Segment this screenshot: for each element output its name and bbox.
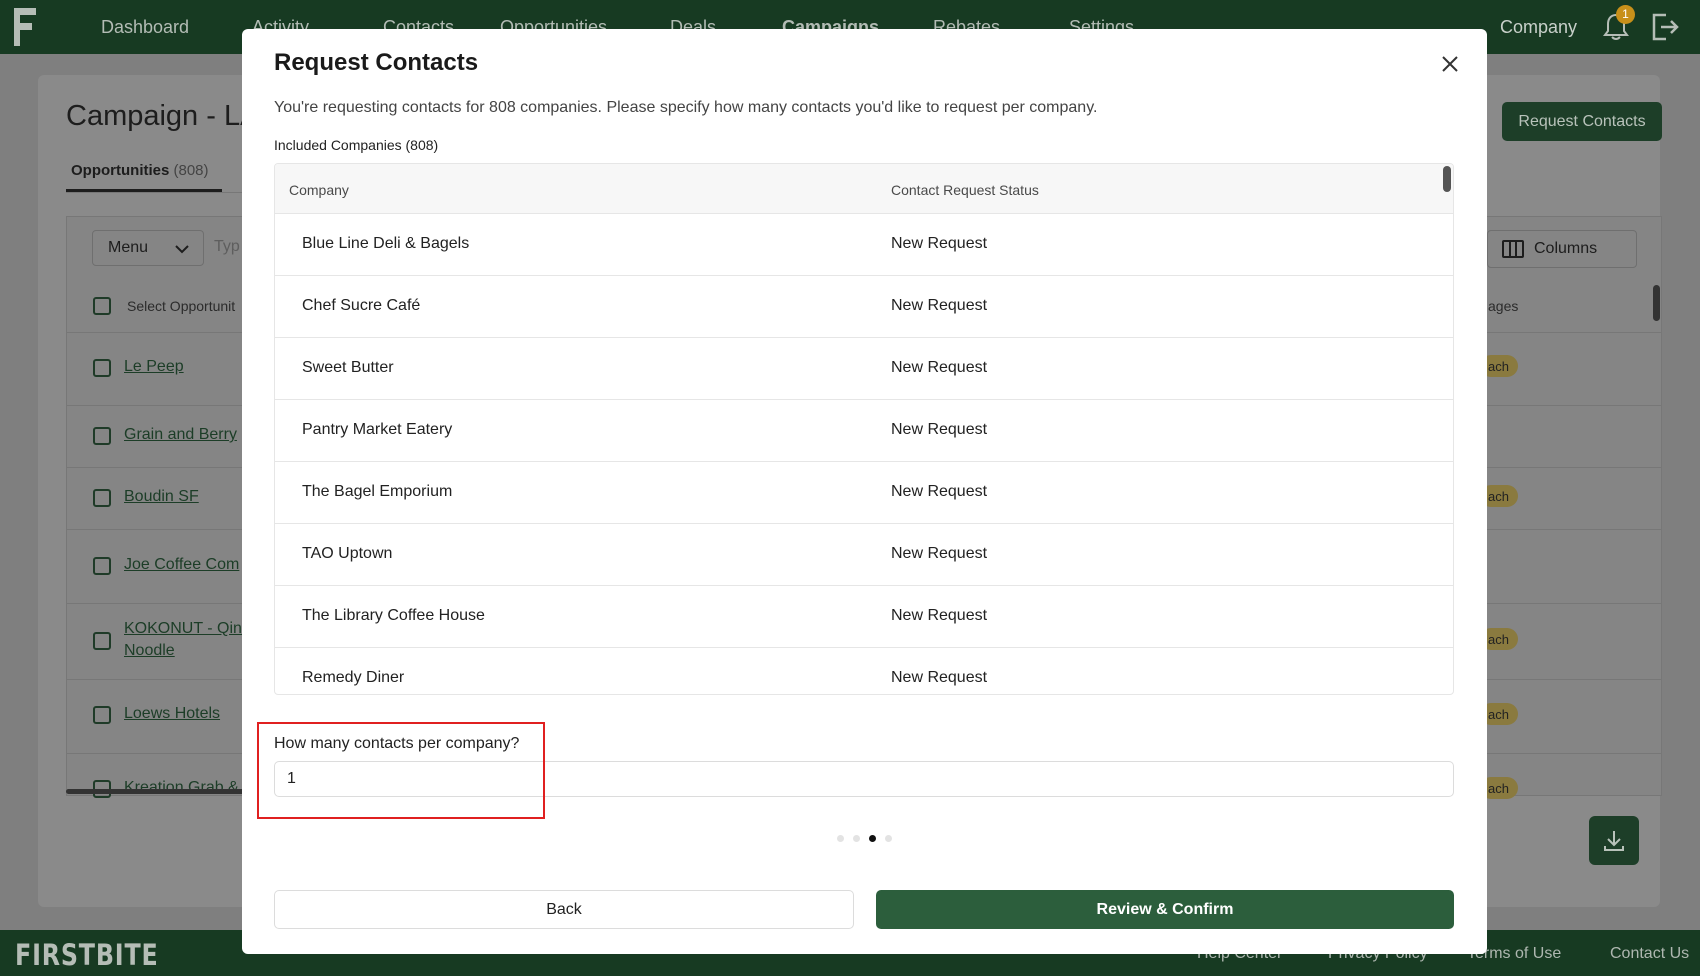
select-opportunities-header: Select Opportunit [127, 298, 236, 314]
status-cell: New Request [891, 607, 988, 624]
search-input[interactable]: Typ [214, 238, 240, 256]
company-cell: Pantry Market Eatery [302, 421, 453, 438]
company-cell: Remedy Diner [302, 669, 405, 686]
table-horizontal-scrollbar[interactable] [66, 789, 246, 794]
table-vertical-scrollbar[interactable] [1653, 285, 1660, 321]
table-row: The Bagel Emporium New Request [275, 462, 1453, 524]
row-checkbox[interactable] [93, 706, 111, 724]
row-checkbox[interactable] [93, 359, 111, 377]
stages-header: ages [1488, 298, 1519, 314]
select-all-checkbox[interactable] [93, 297, 111, 315]
opportunity-link[interactable]: Grain and Berry [124, 426, 237, 444]
tab-active-indicator [66, 189, 222, 192]
nav-dashboard[interactable]: Dashboard [101, 17, 189, 38]
opportunity-link-line2[interactable]: Noodle [124, 642, 175, 660]
step-dot [837, 835, 844, 842]
row-checkbox[interactable] [93, 557, 111, 575]
table-row: Blue Line Deli & Bagels New Request [275, 214, 1453, 276]
status-cell: New Request [891, 421, 988, 438]
status-cell: New Request [891, 235, 988, 252]
company-menu[interactable]: Company [1500, 17, 1577, 38]
footer-contact-us[interactable]: Contact Us [1610, 945, 1689, 963]
companies-table: Company Contact Request Status Blue Line… [274, 163, 1454, 695]
table-row: Remedy Diner New Request [275, 648, 1453, 694]
row-checkbox[interactable] [93, 489, 111, 507]
opportunity-link[interactable]: Kreation Grab & [124, 779, 239, 797]
notification-badge: 1 [1616, 5, 1635, 24]
opportunity-link[interactable]: Le Peep [124, 358, 184, 376]
opportunity-link[interactable]: KOKONUT - Qin [124, 620, 242, 638]
tabbar-divider [66, 192, 246, 193]
company-cell: Blue Line Deli & Bagels [302, 235, 470, 252]
row-checkbox[interactable] [93, 427, 111, 445]
step-indicator [837, 835, 893, 843]
back-button[interactable]: Back [274, 890, 854, 929]
close-icon[interactable] [1438, 52, 1462, 76]
column-header-status: Contact Request Status [891, 182, 1039, 198]
page-title: Campaign - LA [66, 100, 260, 132]
logout-icon[interactable] [1650, 12, 1680, 42]
company-cell: The Bagel Emporium [302, 483, 453, 500]
menu-dropdown[interactable]: Menu [92, 230, 204, 266]
chevron-down-icon [175, 245, 189, 254]
company-cell: TAO Uptown [302, 545, 393, 562]
company-cell: The Library Coffee House [302, 607, 485, 624]
included-companies-label: Included Companies (808) [274, 137, 439, 153]
step-dot-active [869, 835, 876, 842]
table-row: TAO Uptown New Request [275, 524, 1453, 586]
highlight-box [257, 722, 545, 819]
request-contacts-button[interactable]: Request Contacts [1502, 102, 1662, 141]
download-button[interactable] [1589, 816, 1639, 865]
download-icon [1604, 831, 1624, 851]
step-dot [885, 835, 892, 842]
status-cell: New Request [891, 297, 988, 314]
table-scrollbar[interactable] [1443, 166, 1451, 192]
table-row: Chef Sucre Café New Request [275, 276, 1453, 338]
company-cell: Sweet Butter [302, 359, 394, 376]
table-row: The Library Coffee House New Request [275, 586, 1453, 648]
column-header-company: Company [289, 182, 349, 198]
review-confirm-button[interactable]: Review & Confirm [876, 890, 1454, 929]
row-checkbox[interactable] [93, 632, 111, 650]
table-row: Sweet Butter New Request [275, 338, 1453, 400]
modal-title: Request Contacts [274, 49, 479, 76]
modal-description: You're requesting contacts for 808 compa… [274, 99, 1098, 116]
company-cell: Chef Sucre Café [302, 297, 421, 314]
status-cell: New Request [891, 545, 988, 562]
columns-button[interactable]: Columns [1487, 230, 1637, 268]
opportunity-link[interactable]: Joe Coffee Com [124, 556, 239, 574]
status-cell: New Request [891, 483, 988, 500]
step-dot [853, 835, 860, 842]
table-header: Company Contact Request Status [275, 164, 1453, 214]
opportunity-link[interactable]: Loews Hotels [124, 705, 220, 723]
footer-logo: FIRSTBITE [15, 938, 159, 972]
firstbite-logo-icon[interactable] [14, 8, 38, 46]
tab-opportunities[interactable]: Opportunities (808) [71, 162, 209, 179]
opportunity-link[interactable]: Boudin SF [124, 488, 199, 506]
status-cell: New Request [891, 359, 988, 376]
table-row: Pantry Market Eatery New Request [275, 400, 1453, 462]
status-cell: New Request [891, 669, 988, 686]
